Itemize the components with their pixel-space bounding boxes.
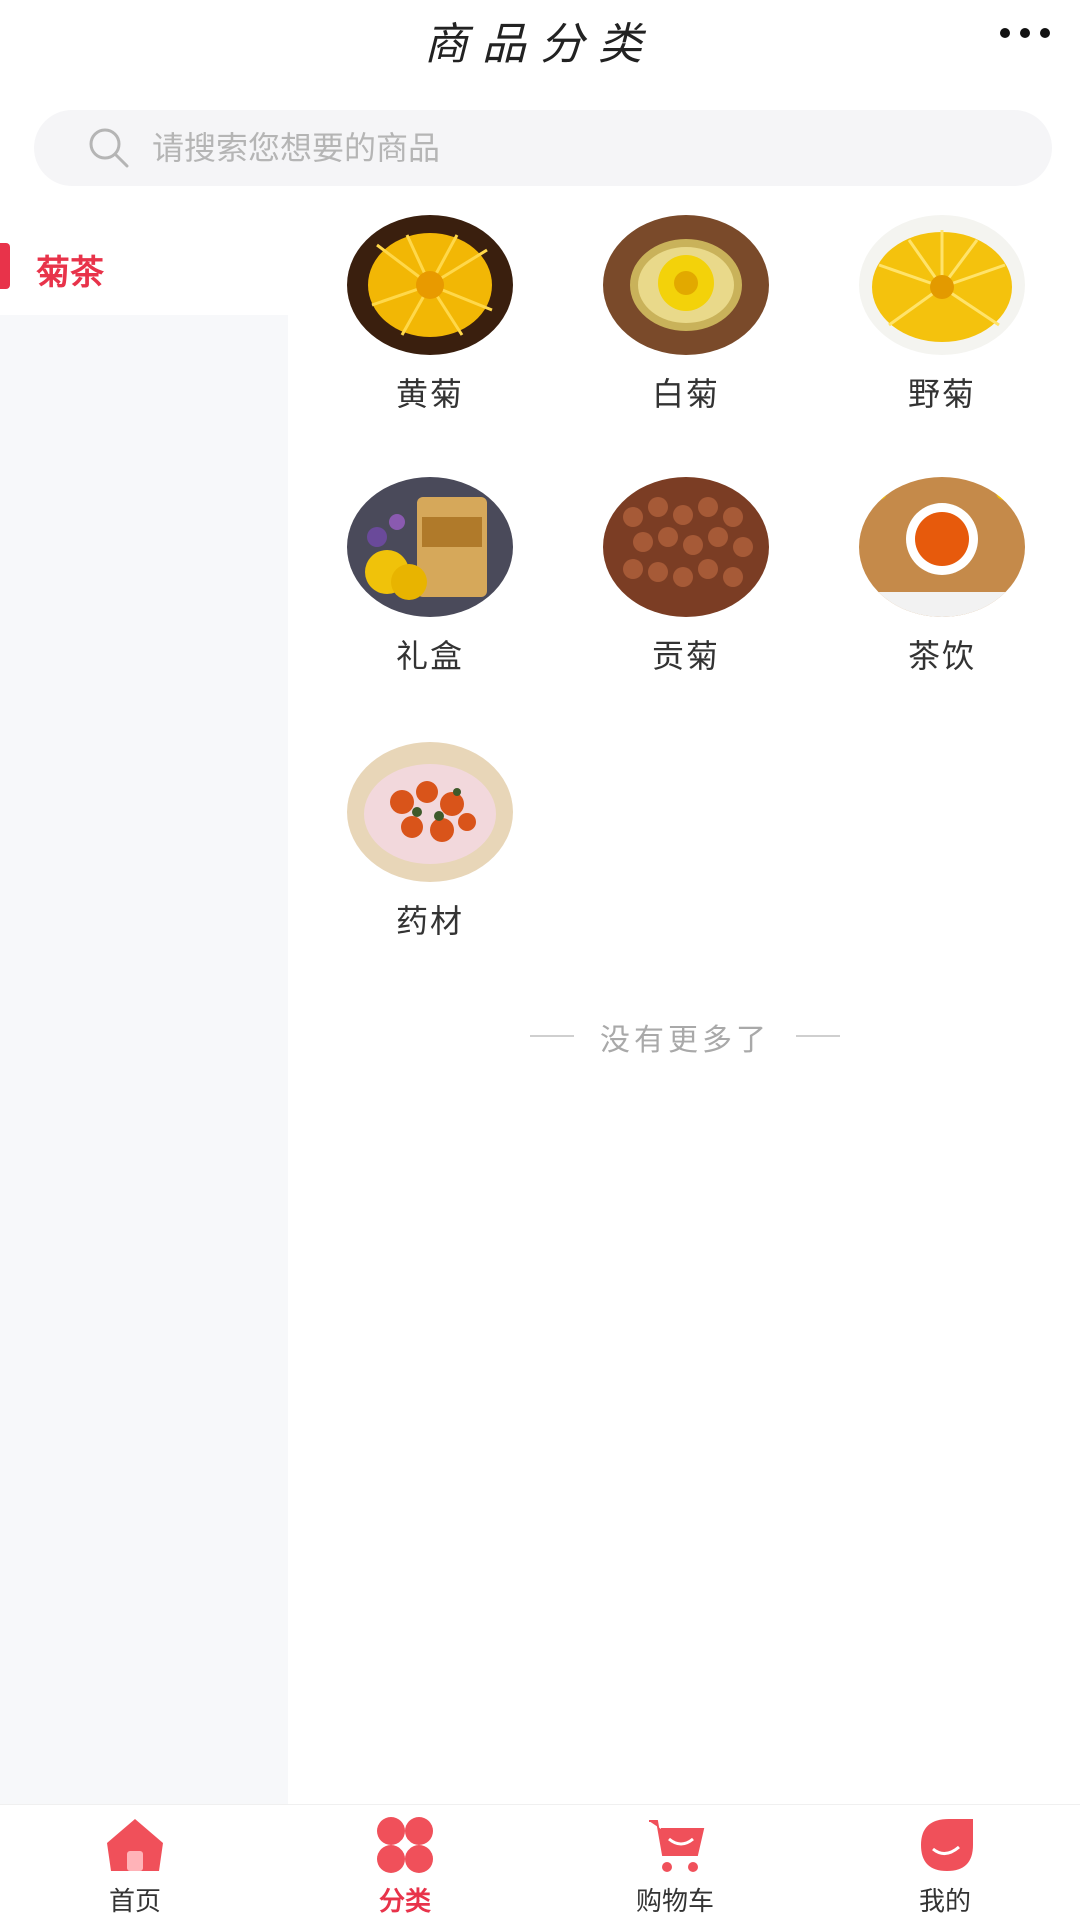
category-name: 黄菊 <box>395 375 464 413</box>
category-image <box>347 742 513 882</box>
tab-label: 我的 <box>918 1887 971 1917</box>
search-input[interactable] <box>150 128 954 168</box>
sidebar-item-juhua-tea[interactable]: 菊茶 <box>0 215 288 315</box>
category-image <box>603 215 769 355</box>
category-image <box>603 477 769 617</box>
category-item-herbal-material[interactable]: 药材 <box>320 742 540 962</box>
bottom-tab-bar: 首页 分类 购物车 我的 <box>0 1804 1080 1920</box>
no-more-note: 没有更多了 <box>530 1015 840 1059</box>
category-name: 野菊 <box>907 375 976 413</box>
sidebar-empty-area <box>0 315 288 1810</box>
category-image <box>859 477 1025 617</box>
home-icon <box>103 1815 167 1875</box>
category-name: 贡菊 <box>651 637 720 675</box>
category-image <box>347 215 513 355</box>
category-sidebar: 菊茶 <box>0 215 288 1810</box>
search-icon <box>86 125 132 171</box>
category-image <box>347 477 513 617</box>
tab-label: 首页 <box>108 1887 161 1917</box>
category-item-tea-drink[interactable]: 茶饮 <box>832 477 1052 697</box>
category-item-yeju[interactable]: 野菊 <box>832 215 1052 435</box>
category-item-gift-box[interactable]: 礼盒 <box>320 477 540 697</box>
category-name: 茶饮 <box>907 637 976 675</box>
sidebar-item-label: 菊茶 <box>36 253 104 293</box>
tab-category[interactable]: 分类 <box>270 1805 540 1920</box>
more-dots-icon[interactable] <box>1000 18 1050 48</box>
category-name: 礼盒 <box>395 637 464 675</box>
active-indicator <box>0 243 10 289</box>
tab-label: 分类 <box>378 1887 431 1917</box>
top-bar: 商品分类 <box>0 0 1080 100</box>
tab-home[interactable]: 首页 <box>0 1805 270 1920</box>
cart-icon <box>643 1815 707 1875</box>
category-image <box>859 215 1025 355</box>
category-name: 白菊 <box>651 375 720 413</box>
search-bar[interactable] <box>34 110 1052 186</box>
tab-cart[interactable]: 购物车 <box>540 1805 810 1920</box>
category-name: 药材 <box>395 902 464 940</box>
category-item-huangju[interactable]: 黄菊 <box>320 215 540 435</box>
category-icon <box>373 1815 437 1875</box>
tab-label: 购物车 <box>635 1887 714 1917</box>
category-item-gongju[interactable]: 贡菊 <box>576 477 796 697</box>
category-item-baiju[interactable]: 白菊 <box>576 215 796 435</box>
page-title: 商品分类 <box>424 19 656 70</box>
profile-icon <box>913 1815 977 1875</box>
tab-profile[interactable]: 我的 <box>810 1805 1080 1920</box>
